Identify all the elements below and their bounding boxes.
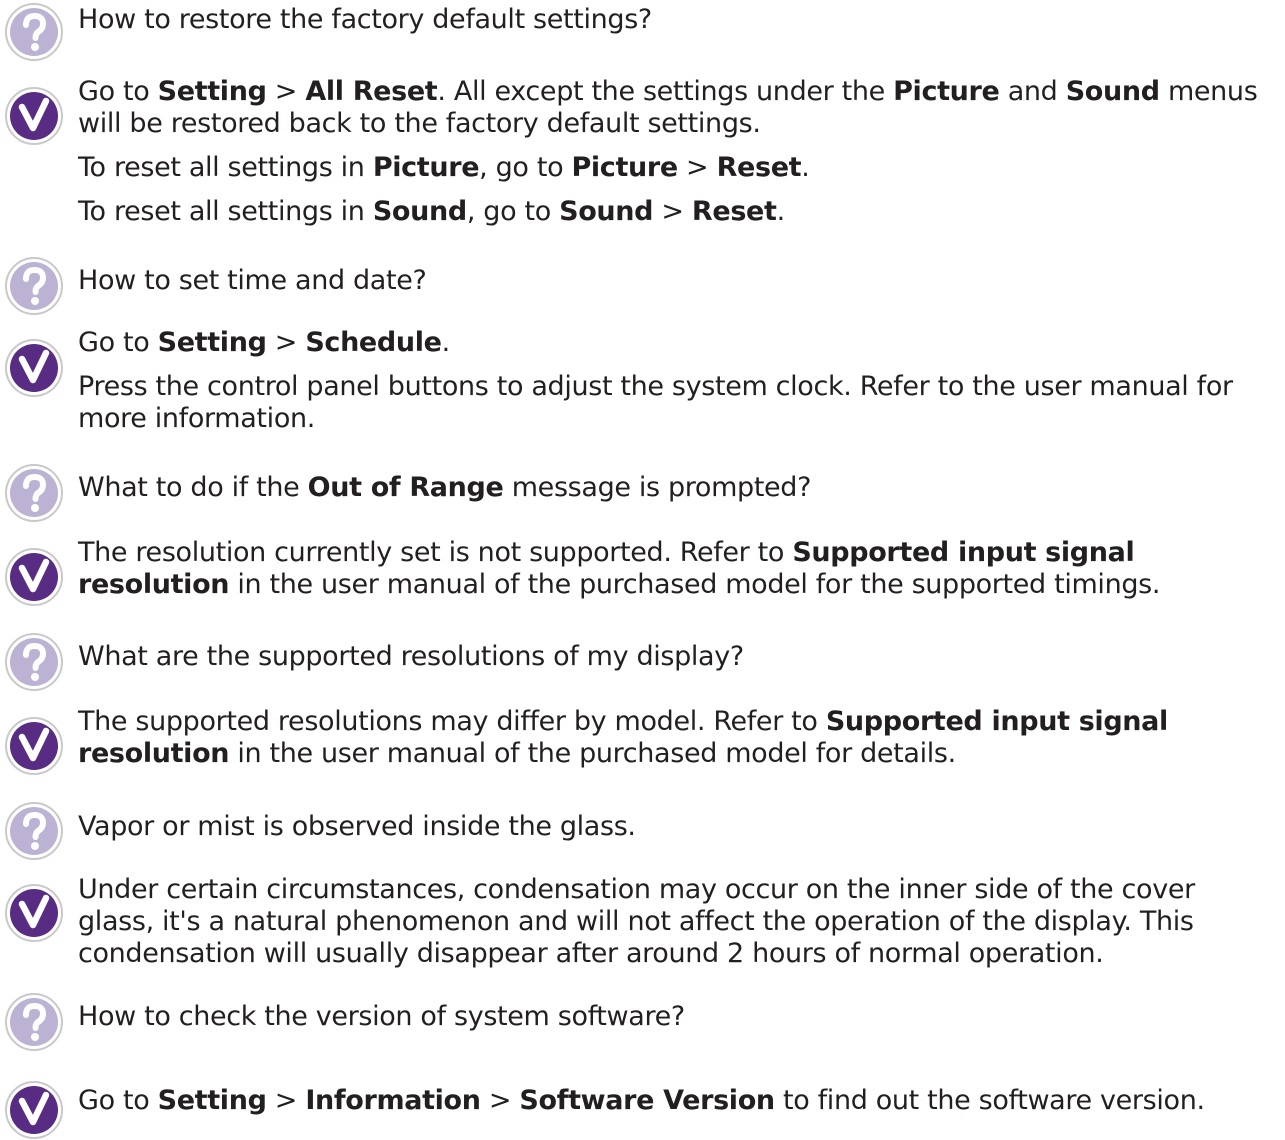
text-run: > [677, 152, 717, 183]
question-mark-icon [4, 632, 64, 692]
faq-answer: The resolution currently set is not supp… [78, 537, 1278, 601]
bold-term: Sound [1065, 76, 1160, 107]
text-run: . [776, 196, 786, 227]
faq-answer: Go to Setting > Information > Software V… [78, 1085, 1278, 1117]
text-run: . [441, 327, 451, 358]
answer-paragraph: The supported resolutions may differ by … [78, 706, 1278, 770]
bold-term: All Reset [305, 76, 438, 107]
question-paragraph: What are the supported resolutions of my… [78, 641, 1278, 673]
question-mark-icon [4, 256, 64, 316]
bold-term: Software Version [519, 1085, 775, 1116]
text-run: Vapor or mist is observed inside the gla… [78, 811, 636, 842]
faq-answer: The supported resolutions may differ by … [78, 706, 1278, 770]
question-paragraph: How to check the version of system softw… [78, 1001, 1278, 1033]
question-mark-icon [4, 463, 64, 523]
text-run: Go to [78, 327, 158, 358]
question-paragraph: How to set time and date? [78, 265, 1278, 297]
question-paragraph: What to do if the Out of Range message i… [78, 472, 1278, 504]
bold-term: Setting [157, 1085, 267, 1116]
text-run: , go to [479, 152, 572, 183]
faq-question: How to check the version of system softw… [78, 1001, 1278, 1033]
question-paragraph: Vapor or mist is observed inside the gla… [78, 811, 1278, 843]
checkmark-icon [4, 716, 64, 776]
faq-question: What to do if the Out of Range message i… [78, 472, 1278, 504]
question-paragraph: How to restore the factory default setti… [78, 4, 1278, 36]
text-run: > [480, 1085, 520, 1116]
checkmark-icon [4, 883, 64, 943]
checkmark-icon [4, 1080, 64, 1140]
answer-paragraph: Go to Setting > Schedule. [78, 327, 1278, 359]
checkmark-icon [4, 547, 64, 607]
faq-question: How to restore the factory default setti… [78, 4, 1278, 36]
bold-term: Sound [372, 196, 467, 227]
answer-paragraph: To reset all settings in Picture, go to … [78, 152, 1278, 184]
bold-term: Picture [372, 152, 480, 183]
text-run: How to restore the factory default setti… [78, 4, 652, 35]
answer-paragraph: Under certain circumstances, condensatio… [78, 874, 1278, 970]
text-run: . All except the settings under the [437, 76, 894, 107]
text-run: and [999, 76, 1066, 107]
faq-question: What are the supported resolutions of my… [78, 641, 1278, 673]
answer-paragraph: The resolution currently set is not supp… [78, 537, 1278, 601]
answer-paragraph: To reset all settings in Sound, go to So… [78, 196, 1278, 228]
text-run: What are the supported resolutions of my… [78, 641, 744, 672]
faq-question: Vapor or mist is observed inside the gla… [78, 811, 1278, 843]
bold-term: Reset [716, 152, 802, 183]
answer-paragraph: Go to Setting > Information > Software V… [78, 1085, 1278, 1117]
faq-answer: Under certain circumstances, condensatio… [78, 874, 1278, 970]
bold-term: Reset [691, 196, 777, 227]
bold-term: Sound [559, 196, 654, 227]
question-mark-icon [4, 2, 64, 62]
faq-list: How to restore the factory default setti… [0, 0, 1285, 1139]
text-run: > [266, 76, 306, 107]
text-run: The resolution currently set is not supp… [78, 537, 793, 568]
question-mark-icon [4, 801, 64, 861]
bold-term: Setting [157, 76, 267, 107]
text-run: > [266, 1085, 306, 1116]
text-run: The supported resolutions may differ by … [78, 706, 826, 737]
faq-answer: Go to Setting > All Reset. All except th… [78, 76, 1278, 228]
checkmark-icon [4, 86, 64, 146]
text-run: , go to [466, 196, 560, 227]
bold-term: Picture [571, 152, 678, 183]
text-run: . [801, 152, 810, 183]
text-run: How to set time and date? [78, 265, 427, 296]
bold-term: Information [305, 1085, 481, 1116]
text-run: > [653, 196, 692, 227]
question-mark-icon [4, 992, 64, 1052]
text-run: How to check the version of system softw… [78, 1001, 685, 1032]
text-run: in the user manual of the purchased mode… [229, 569, 1161, 600]
answer-paragraph: Press the control panel buttons to adjus… [78, 371, 1278, 435]
faq-answer: Go to Setting > Schedule. Press the contr… [78, 327, 1278, 435]
text-run: > [266, 327, 306, 358]
text-run: message is prompted? [503, 472, 812, 503]
answer-paragraph: Go to Setting > All Reset. All except th… [78, 76, 1278, 140]
text-run: Go to [78, 76, 158, 107]
text-run: Under certain circumstances, condensatio… [78, 874, 1195, 969]
bold-term: Out of Range [307, 472, 504, 503]
text-run: What to do if the [78, 472, 308, 503]
checkmark-icon [4, 338, 64, 398]
text-run: in the user manual of the purchased mode… [229, 738, 956, 769]
faq-question: How to set time and date? [78, 265, 1278, 297]
bold-term: Setting [157, 327, 267, 358]
bold-term: Schedule [305, 327, 442, 358]
text-run: Press the control panel buttons to adjus… [78, 371, 1233, 434]
bold-term: Picture [893, 76, 1000, 107]
text-run: Go to [78, 1085, 158, 1116]
text-run: to find out the software version. [774, 1085, 1205, 1116]
text-run: To reset all settings in [78, 196, 373, 227]
text-run: To reset all settings in [78, 152, 373, 183]
